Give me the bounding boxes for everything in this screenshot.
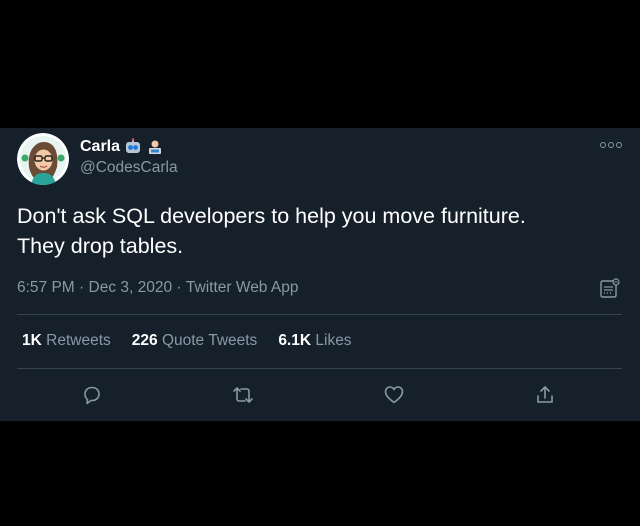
retweets-count: 1K [22, 332, 42, 349]
robot-emoji [124, 138, 142, 156]
tweet-meta: 6:57 PM · Dec 3, 2020 · Twitter Web App [17, 279, 298, 297]
tweet-time[interactable]: 6:57 PM [17, 279, 75, 297]
avatar[interactable] [17, 133, 69, 185]
likes-count: 6.1K [278, 332, 312, 349]
likes-stat[interactable]: 6.1K Likes [278, 332, 351, 350]
tweet-text-line: Don't ask SQL developers to help you mov… [17, 204, 526, 228]
tweet-card: Carla @CodesCarla Don't ask SQL develope… [0, 128, 640, 421]
tweet-date[interactable]: Dec 3, 2020 [89, 279, 173, 297]
retweet-icon[interactable] [230, 382, 256, 408]
action-bar [0, 382, 640, 412]
likes-label: Likes [315, 332, 352, 349]
display-name[interactable]: Carla [80, 138, 120, 156]
more-options-icon[interactable] [600, 142, 622, 148]
retweets-label: Retweets [46, 332, 111, 349]
technologist-emoji [146, 138, 164, 156]
engagement-stats: 1K Retweets 226 Quote Tweets 6.1K Likes [22, 332, 352, 350]
quote-tweets-stat[interactable]: 226 Quote Tweets [132, 332, 258, 350]
reply-icon[interactable] [79, 382, 105, 408]
tweet-text-line: They drop tables. [17, 234, 184, 258]
tweet-source[interactable]: Twitter Web App [186, 279, 299, 297]
tweet-text: Don't ask SQL developers to help you mov… [17, 201, 617, 261]
meta-separator: · [74, 279, 89, 296]
like-icon[interactable] [381, 382, 407, 408]
author-handle[interactable]: @CodesCarla [80, 159, 178, 177]
analytics-icon[interactable] [599, 278, 621, 305]
author-name-row[interactable]: Carla [80, 138, 164, 156]
divider [17, 368, 622, 369]
retweets-stat[interactable]: 1K Retweets [22, 332, 111, 350]
quote-tweets-label: Quote Tweets [161, 332, 258, 349]
quote-tweets-count: 226 [131, 332, 158, 349]
meta-separator: · [172, 279, 186, 296]
divider [17, 314, 622, 315]
share-icon[interactable] [532, 382, 558, 408]
